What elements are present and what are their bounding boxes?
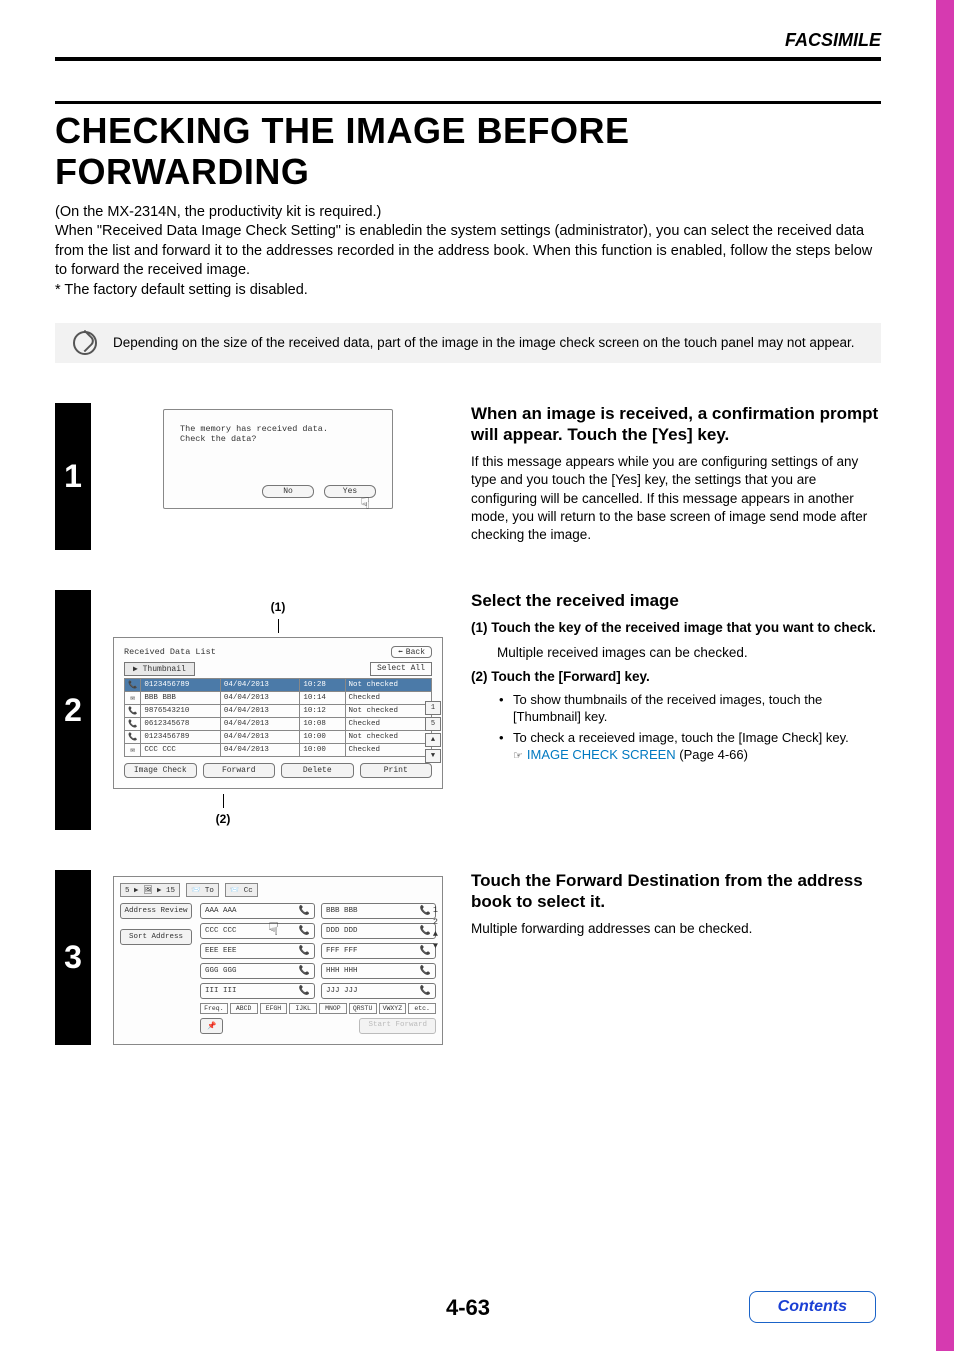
table-row[interactable]: 📞987654321004/04/201310:12Not checked — [125, 705, 432, 718]
table-row[interactable]: ✉CCC CCC04/04/201310:00Checked — [125, 744, 432, 757]
page-current: 1 — [425, 701, 441, 715]
table-row[interactable]: 📞012345678904/04/201310:00Not checked — [125, 731, 432, 744]
note-text: Depending on the size of the received da… — [113, 335, 854, 350]
confirm-dialog-screenshot: The memory has received data. Check the … — [163, 409, 393, 509]
contents-button[interactable]: Contents — [749, 1291, 876, 1323]
address-review-button[interactable]: Address Review — [120, 903, 192, 919]
to-chip[interactable]: 📨 To — [186, 883, 219, 897]
dialog-msg1: The memory has received data. — [180, 424, 376, 434]
table-row[interactable]: 📞061234567804/04/201310:08Checked — [125, 718, 432, 731]
alpha-tab[interactable]: Freq. — [200, 1003, 228, 1014]
received-data-list-screenshot: Received Data List ⬅Back ▶ Thumbnail Sel… — [113, 637, 443, 789]
step-2: 2 (1) Received Data List ⬅Back ▶ Thumbna… — [55, 590, 881, 830]
cursor-icon: ☟ — [268, 919, 279, 941]
forward-button[interactable]: Forward — [203, 763, 276, 778]
page-title: CHECKING THE IMAGE BEFORE FORWARDING — [55, 110, 881, 193]
thumbnail-tab[interactable]: ▶ Thumbnail — [124, 662, 195, 676]
page-up-button[interactable]: ▲ — [433, 929, 438, 939]
alpha-tab[interactable]: VWXYZ — [379, 1003, 407, 1014]
alpha-tabs: Freq. ABCD EFGH IJKL MNOP QRSTU VWXYZ et… — [200, 1003, 436, 1014]
title-rule — [55, 101, 881, 104]
address-cell[interactable]: EEE EEE📞 — [200, 943, 315, 959]
page-number: 4-63 — [446, 1295, 490, 1320]
step2-bul2: To check a receieved image, touch the [I… — [499, 730, 881, 764]
intro-line2: When "Received Data Image Check Setting"… — [55, 222, 881, 281]
step3-heading: Touch the Forward Destination from the a… — [471, 870, 881, 913]
intro-line1: (On the MX-2314N, the productivity kit i… — [55, 203, 881, 223]
image-check-button[interactable]: Image Check — [124, 763, 197, 778]
pointer-icon: ☞ — [513, 749, 523, 763]
page-total: 5 — [425, 717, 441, 731]
note-bar: Depending on the size of the received da… — [55, 323, 881, 363]
link-suffix: (Page 4-66) — [676, 747, 748, 762]
step1-body: If this message appears while you are co… — [471, 453, 881, 544]
step-3: 3 5 ▶ 🖼 ▶ 15 📨 To 📨 Cc Address Review So… — [55, 870, 881, 1045]
cc-chip[interactable]: 📨 Cc — [225, 883, 258, 897]
table-row[interactable]: 📞012345678904/04/201310:28Not checked — [125, 679, 432, 692]
address-cell[interactable]: FFF FFF📞 — [321, 943, 436, 959]
alpha-tab[interactable]: etc. — [408, 1003, 436, 1014]
intro-line3: * The factory default setting is disable… — [55, 281, 881, 301]
alpha-tab[interactable]: IJKL — [289, 1003, 317, 1014]
alpha-tab[interactable]: EFGH — [260, 1003, 288, 1014]
table-row[interactable]: ✉BBB BBB04/04/201310:14Checked — [125, 692, 432, 705]
print-button[interactable]: Print — [360, 763, 433, 778]
address-cell[interactable]: HHH HHH📞 — [321, 963, 436, 979]
pencil-icon — [73, 331, 97, 355]
address-cell[interactable]: III III📞 — [200, 983, 315, 999]
page-up-button[interactable]: ▲ — [425, 733, 441, 747]
delete-button[interactable]: Delete — [281, 763, 354, 778]
alpha-tab[interactable]: MNOP — [319, 1003, 347, 1014]
address-cell[interactable]: DDD DDD📞 — [321, 923, 436, 939]
page-total: 2 — [433, 917, 438, 927]
alpha-tab[interactable]: ABCD — [230, 1003, 258, 1014]
address-cell[interactable]: CCC CCC📞 — [200, 923, 315, 939]
callout-1-label: (1) — [105, 600, 451, 614]
address-cell[interactable]: AAA AAA📞 — [200, 903, 315, 919]
step-1: 1 The memory has received data. Check th… — [55, 403, 881, 551]
page-down-button[interactable]: ▼ — [433, 941, 438, 951]
image-check-screen-link[interactable]: IMAGE CHECK SCREEN — [527, 747, 676, 762]
no-button[interactable]: No — [262, 485, 314, 498]
step2-bul1: To show thumbnails of the received image… — [499, 692, 881, 726]
section-header: FACSIMILE — [55, 30, 881, 51]
address-cell[interactable]: BBB BBB📞 — [321, 903, 436, 919]
address-cell[interactable]: JJJ JJJ📞 — [321, 983, 436, 999]
page-current: 1 — [433, 905, 438, 915]
pager: 1 5 ▲ ▼ — [425, 701, 441, 763]
step2-sub1: (1) Touch the key of the received image … — [471, 619, 881, 637]
step-number: 3 — [55, 870, 91, 1045]
sort-address-button[interactable]: Sort Address — [120, 929, 192, 945]
select-all-button[interactable]: Select All — [370, 662, 432, 676]
address-book-screenshot: 5 ▶ 🖼 ▶ 15 📨 To 📨 Cc Address Review Sort… — [113, 876, 443, 1045]
callout-2-label: (2) — [0, 812, 451, 826]
divider-thick — [55, 57, 881, 61]
step2-heading: Select the received image — [471, 590, 881, 611]
pin-button[interactable]: 📌 — [200, 1018, 223, 1034]
back-button[interactable]: ⬅Back — [391, 646, 432, 658]
cursor-icon: ☟ — [360, 494, 370, 514]
step-number: 1 — [55, 403, 91, 551]
step3-body: Multiple forwarding addresses can be che… — [471, 920, 881, 938]
step2-sub2: (2) Touch the [Forward] key. — [471, 668, 881, 686]
alpha-tab[interactable]: QRSTU — [349, 1003, 377, 1014]
step2-sub1-desc: Multiple received images can be checked. — [497, 644, 881, 662]
step1-heading: When an image is received, a confirmatio… — [471, 403, 881, 446]
list-title: Received Data List — [124, 647, 216, 657]
address-cell[interactable]: GGG GGG📞 — [200, 963, 315, 979]
page-down-button[interactable]: ▼ — [425, 749, 441, 763]
received-data-table: 📞012345678904/04/201310:28Not checked ✉B… — [124, 678, 432, 757]
dialog-msg2: Check the data? — [180, 434, 376, 444]
start-forward-button[interactable]: Start Forward — [359, 1018, 436, 1034]
breadcrumb: 5 ▶ 🖼 ▶ 15 — [120, 883, 180, 897]
pager: 1 2 ▲ ▼ — [433, 905, 438, 951]
